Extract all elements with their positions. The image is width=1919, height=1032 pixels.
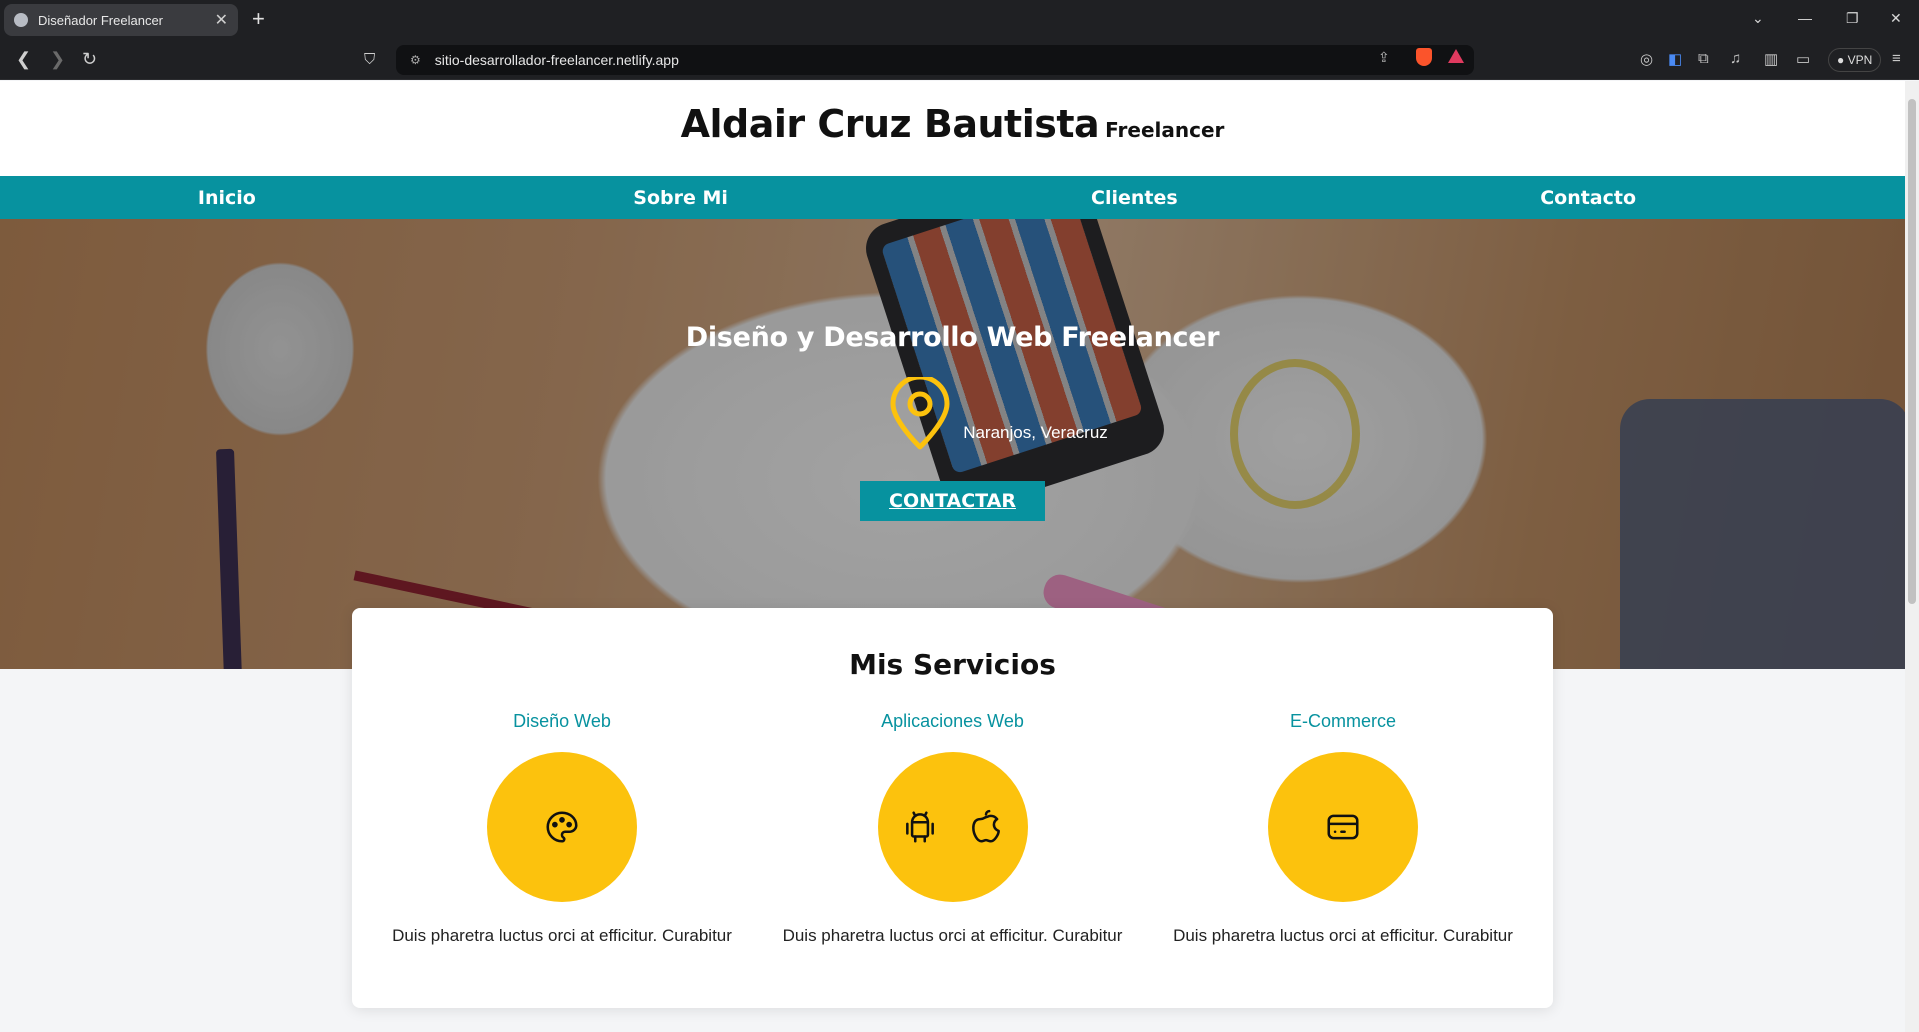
nav-inicio[interactable]: Inicio [0,187,454,209]
apple-icon [971,809,1000,843]
scrollbar-thumb[interactable] [1908,99,1916,604]
browser-toolbar: ❮ ❯ ↻ ⛉ ⚙ sitio-desarrollador-freelancer… [0,40,1919,80]
services-card: Mis Servicios Diseño Web Duis pharetra l… [352,608,1553,1008]
new-tab-button[interactable]: + [252,8,265,30]
close-window-icon[interactable]: ✕ [1890,10,1902,27]
restore-icon[interactable]: ❐ [1846,10,1859,27]
credit-card-icon [1327,814,1359,840]
site-owner-name: Aldair Cruz Bautista [680,102,1100,146]
media-icon[interactable]: ♫ [1730,50,1741,67]
location-text: Naranjos, Veracruz [963,423,1108,442]
service-description: Duis pharetra luctus orci at efficitur. … [1173,926,1513,945]
back-icon[interactable]: ❮ [16,49,31,70]
services-grid: Diseño Web Duis pharetra luctus orci at … [352,701,1553,948]
menu-icon[interactable]: ≡ [1892,50,1901,67]
hero-title: Diseño y Desarrollo Web Freelancer [685,322,1220,353]
page-scrollbar[interactable] [1905,81,1919,1032]
service-icon-circle [877,752,1028,902]
globe-icon [14,13,28,27]
service-item: Aplicaciones Web Duis pharetra luctus or… [773,701,1133,948]
browser-tabbar: Diseñador Freelancer ✕ + ⌄ — ❐ ✕ [0,0,1919,40]
site-info-icon[interactable]: ⚙ [410,53,421,67]
main-nav: Inicio Sobre Mi Clientes Contacto [0,176,1905,219]
service-title: Aplicaciones Web [881,711,1024,731]
minimize-icon[interactable]: — [1798,10,1812,26]
browser-tab[interactable]: Diseñador Freelancer ✕ [4,4,238,36]
sidebar-icon[interactable]: ▥ [1764,50,1778,68]
palette-icon [546,811,578,843]
hero-section: Diseño y Desarrollo Web Freelancer Naran… [0,219,1905,669]
android-icon [905,811,934,843]
forward-icon[interactable]: ❯ [50,49,65,70]
vpn-label: VPN [1847,53,1873,67]
url-text: sitio-desarrollador-freelancer.netlify.a… [434,52,679,68]
nav-sobre-mi[interactable]: Sobre Mi [454,187,908,209]
extensions-icon[interactable]: ⧉ [1698,50,1709,67]
vpn-button[interactable]: ● VPN [1828,48,1882,72]
nav-contacto[interactable]: Contacto [1361,187,1815,209]
services-heading: Mis Servicios [849,648,1056,681]
reload-icon[interactable]: ↻ [82,49,97,70]
hero-content: Diseño y Desarrollo Web Freelancer Naran… [0,219,1905,521]
service-icon-circle [487,752,637,902]
service-item: Diseño Web Duis pharetra luctus orci at … [382,701,742,948]
service-description: Duis pharetra luctus orci at efficitur. … [782,926,1123,945]
site-header: Aldair Cruz Bautista Freelancer [0,81,1905,176]
service-title: E-Commerce [1289,711,1396,731]
hero-location: Naranjos, Veracruz [0,377,1905,451]
share-icon[interactable]: ⇪ [1378,49,1390,66]
reader-icon[interactable]: ◎ [1640,50,1653,68]
location-pin-icon [890,377,950,450]
service-item: E-Commerce Duis pharetra luctus orci at … [1163,701,1523,948]
wallet-icon[interactable]: ▭ [1796,50,1810,68]
brave-rewards-icon[interactable] [1448,49,1464,63]
service-icon-circle [1268,752,1418,902]
contact-button[interactable]: CONTACTAR [860,481,1045,521]
translate-icon[interactable]: ◧ [1668,50,1682,68]
site-role: Freelancer [1105,118,1225,142]
address-bar[interactable]: ⚙ sitio-desarrollador-freelancer.netlify… [396,45,1474,75]
service-title: Diseño Web [513,711,611,731]
close-tab-icon[interactable]: ✕ [215,10,228,30]
nav-clientes[interactable]: Clientes [908,187,1362,209]
tab-title: Diseñador Freelancer [38,12,164,28]
brave-shields-icon[interactable] [1416,48,1432,66]
service-description: Duis pharetra luctus orci at efficitur. … [392,926,732,945]
bookmark-icon[interactable]: ⛉ [364,51,375,68]
tab-list-icon[interactable]: ⌄ [1752,10,1764,27]
